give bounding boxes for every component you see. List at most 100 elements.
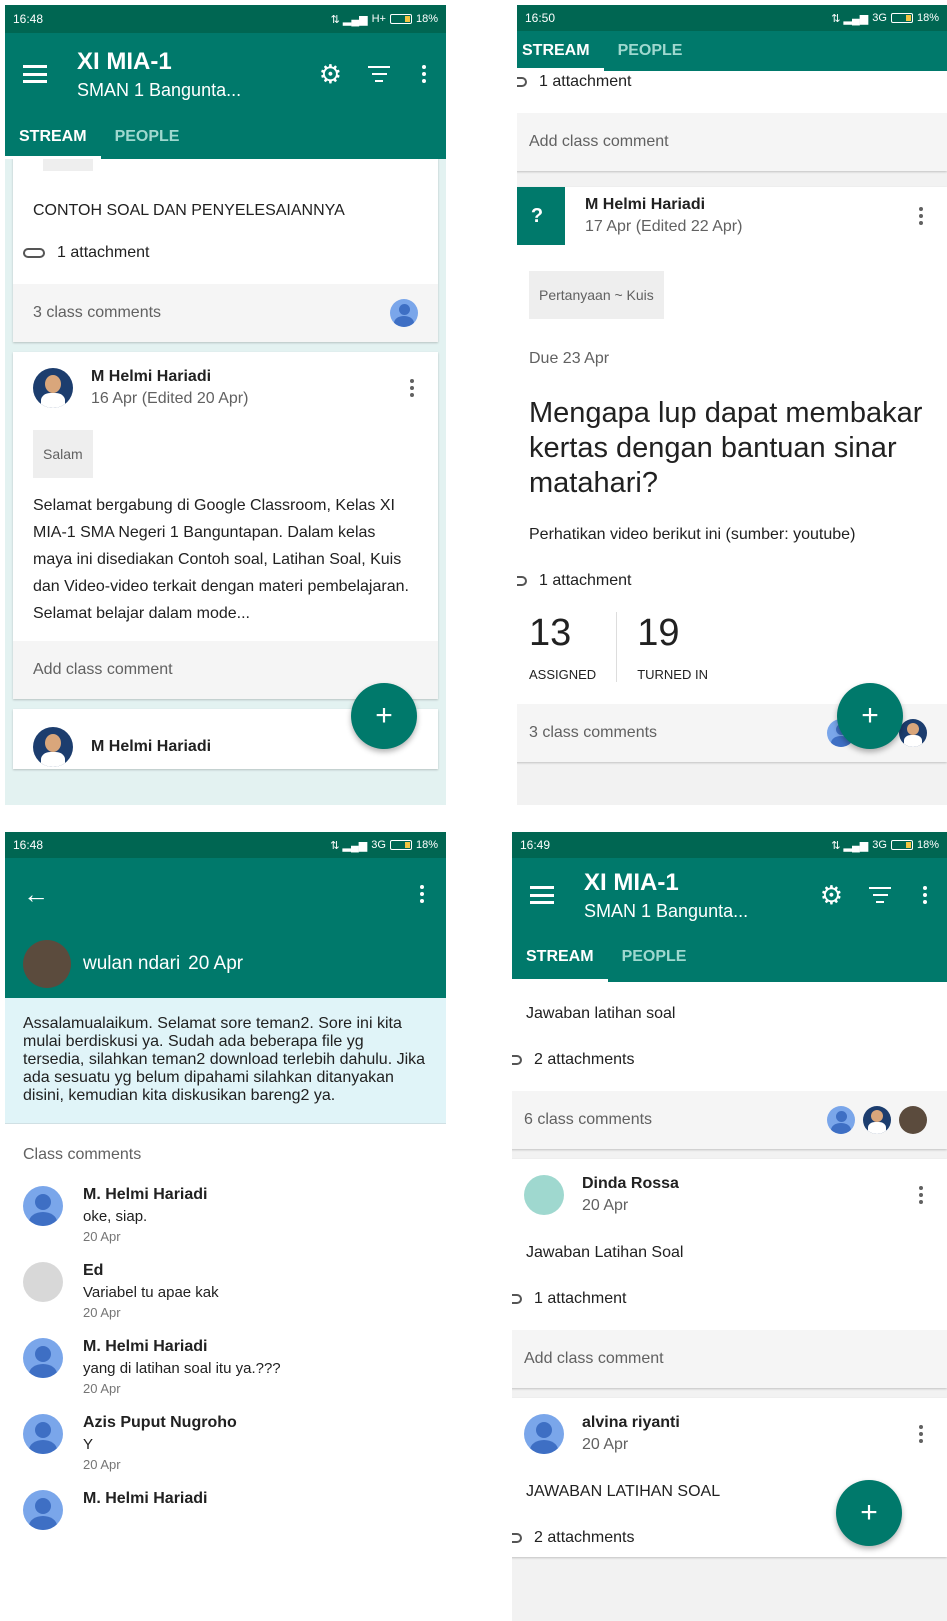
attachment-icon [517, 576, 527, 586]
comment-text: yang di latihan soal itu ya.??? [83, 1360, 281, 1377]
question-text: Mengapa lup dapat membakar kertas dengan… [529, 397, 923, 499]
post-card-previous[interactable]: 1 attachment Add class comment [517, 71, 947, 171]
avatar [23, 1186, 63, 1226]
toolbar: ← [5, 858, 446, 930]
status-time: 16:49 [520, 838, 551, 852]
battery-level: 18% [916, 839, 939, 851]
tab-stream[interactable]: STREAM [512, 932, 608, 982]
class-subtitle: SMAN 1 Bangunta... [584, 900, 749, 921]
attachment-row[interactable]: 2 attachments [512, 1041, 947, 1079]
class-comments-count: 3 class comments [529, 724, 658, 741]
add-fab-button[interactable]: + [836, 1480, 902, 1546]
post-title: Jawaban latihan soal [526, 1005, 676, 1022]
class-comments-bar[interactable]: 6 class comments [512, 1091, 947, 1149]
instruction-text: Perhatikan video berikut ini (sumber: yo… [529, 526, 856, 543]
menu-icon[interactable] [530, 886, 554, 904]
comment-author: Azis Puput Nugroho [83, 1414, 237, 1431]
comment-text: Variabel tu apae kak [83, 1284, 219, 1301]
add-comment-label: Add class comment [524, 1350, 664, 1367]
network-type: 3G [371, 839, 386, 851]
tab-stream[interactable]: STREAM [517, 31, 604, 71]
class-title: XI MIA-1 [584, 868, 679, 896]
more-options-icon[interactable] [915, 1425, 927, 1443]
network-type: 3G [872, 12, 887, 24]
class-comments-heading: Class comments [23, 1146, 142, 1163]
assigned-label: ASSIGNED [529, 667, 597, 682]
more-options-icon[interactable] [915, 207, 927, 225]
more-options-icon[interactable] [416, 885, 428, 903]
add-class-comment[interactable]: Add class comment [517, 113, 947, 171]
attachment-count: 1 attachment [539, 572, 632, 589]
avatar [33, 727, 73, 767]
battery-icon [389, 840, 412, 850]
avatar [827, 1106, 855, 1134]
comment-date: 20 Apr [83, 1381, 121, 1396]
avatar [23, 940, 71, 988]
gear-icon[interactable]: ⚙ [319, 59, 342, 90]
assigned-count: 13 [529, 612, 572, 654]
attachment-count: 2 attachments [534, 1051, 635, 1068]
tab-people[interactable]: PEOPLE [101, 115, 194, 159]
post-card[interactable]: Dinda Rossa 20 Apr Jawaban Latihan Soal … [512, 1159, 947, 1388]
tab-stream[interactable]: STREAM [5, 115, 101, 159]
more-options-icon[interactable] [406, 379, 418, 397]
signal-icon: ⇅ ▂▄▆ [831, 839, 869, 852]
topic-chip: Pertanyaan ~ Kuis [529, 271, 664, 319]
menu-icon[interactable] [23, 65, 47, 83]
avatar [390, 299, 418, 327]
more-options-icon[interactable] [919, 886, 931, 904]
attachment-row[interactable]: 1 attachment [517, 71, 947, 97]
avatar [23, 1414, 63, 1454]
more-options-icon[interactable] [418, 65, 430, 83]
attachment-icon [23, 248, 45, 258]
comment-item: Azis Puput Nugroho Y 20 Apr [5, 1406, 446, 1482]
battery-icon [890, 840, 913, 850]
comment-author: M. Helmi Hariadi [83, 1338, 208, 1355]
battery-level: 18% [415, 839, 438, 851]
class-comments-bar[interactable]: 3 class comments [13, 284, 438, 342]
comment-item: Ed Variabel tu apae kak 20 Apr [5, 1254, 446, 1330]
class-comments-count: 3 class comments [33, 304, 162, 321]
comment-text: Y [83, 1436, 94, 1453]
attachment-icon [512, 1055, 522, 1065]
status-time: 16:48 [13, 12, 44, 26]
question-icon: ? [517, 187, 565, 245]
post-card[interactable]: CONTOH SOAL DAN PENYELESAIANNYA 1 attach… [13, 157, 438, 342]
post-card[interactable]: Jawaban latihan soal 2 attachments 6 cla… [512, 982, 947, 1149]
filter-icon[interactable] [368, 66, 390, 82]
post-author: wulan ndari [83, 953, 181, 974]
comment-author: Ed [83, 1262, 104, 1279]
status-bar: 16:50 ⇅ ▂▄▆ 3G 18% [517, 5, 947, 31]
assigned-stat[interactable]: 13 ASSIGNED [529, 612, 616, 682]
app-bar: XI MIA-1 SMAN 1 Bangunta... ⚙ STREAM PEO… [5, 33, 446, 159]
filter-icon[interactable] [869, 887, 891, 903]
back-arrow-icon[interactable]: ← [23, 879, 49, 910]
due-date: Due 23 Apr [529, 350, 610, 367]
attachment-row[interactable]: 1 attachment [13, 234, 438, 272]
comment-author: M. Helmi Hariadi [83, 1490, 208, 1507]
post-card[interactable]: M Helmi Hariadi 16 Apr (Edited 20 Apr) S… [13, 352, 438, 699]
attachment-row[interactable]: 1 attachment [517, 562, 947, 600]
turned-in-count: 19 [637, 612, 680, 654]
attachment-count: 2 attachments [534, 1529, 635, 1546]
add-fab-button[interactable]: + [351, 683, 417, 749]
avatar [23, 1262, 63, 1302]
turned-in-label: TURNED IN [637, 667, 708, 682]
gear-icon[interactable]: ⚙ [820, 880, 843, 911]
attachment-icon [517, 77, 527, 87]
add-comment-label: Add class comment [529, 133, 669, 150]
screen-assignment: 16:50 ⇅ ▂▄▆ 3G 18% STREAM PEOPLE 1 attac… [517, 5, 947, 805]
more-options-icon[interactable] [915, 1186, 927, 1204]
comment-item: M. Helmi Hariadi oke, siap. 20 Apr [5, 1178, 446, 1254]
tab-people[interactable]: PEOPLE [604, 31, 697, 71]
class-subtitle: SMAN 1 Bangunta... [77, 79, 242, 100]
turned-in-stat[interactable]: 19 TURNED IN [616, 612, 728, 682]
tab-people[interactable]: PEOPLE [608, 932, 701, 982]
assignment-card[interactable]: ? M Helmi Hariadi 17 Apr (Edited 22 Apr)… [517, 187, 947, 762]
class-title: XI MIA-1 [77, 47, 172, 75]
add-class-comment[interactable]: Add class comment [512, 1330, 947, 1388]
add-fab-button[interactable]: + [837, 683, 903, 749]
attachment-row[interactable]: 1 attachment [512, 1280, 947, 1318]
class-comments-count: 6 class comments [524, 1111, 653, 1128]
status-bar: 16:48 ⇅ ▂▄▆ 3G 18% [5, 832, 446, 858]
